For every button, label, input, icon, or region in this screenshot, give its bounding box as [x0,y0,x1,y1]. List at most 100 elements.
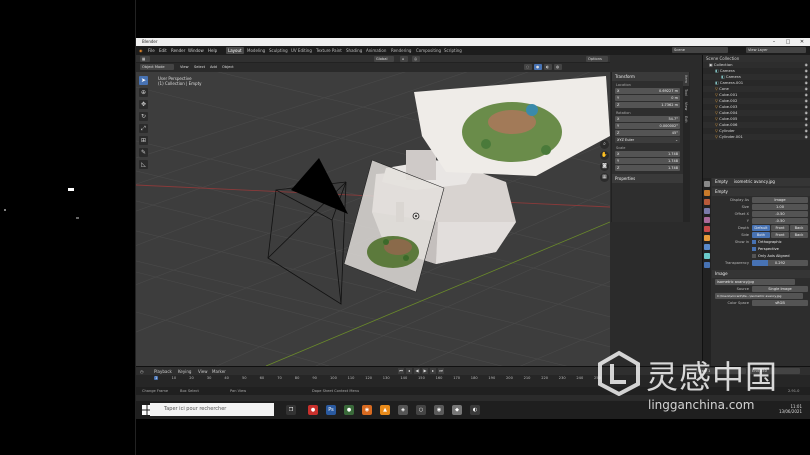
options-dropdown[interactable]: Options [586,56,608,62]
measure-tool-icon[interactable]: ◺ [139,160,148,169]
rotate-tool-icon[interactable]: ↻ [139,112,148,121]
offset-y-field[interactable]: -0.50 [752,218,808,224]
viewport-menu-object[interactable]: Object [220,64,236,70]
view-layer-tab-icon[interactable] [704,208,710,214]
transform-section-header[interactable]: Transform [612,72,683,81]
timeline-menu-view[interactable]: View [198,369,208,374]
transparency-slider[interactable]: 0.292 [752,260,808,266]
object-data-tab-icon[interactable] [704,262,710,268]
proportional-edit-icon[interactable]: ◎ [412,56,420,62]
world-properties-tab-icon[interactable] [704,226,710,232]
rotation-y-field[interactable]: Y 0.000002° [615,123,680,129]
workspace-tab-layout[interactable]: Layout [226,47,244,54]
orthographic-checkbox[interactable]: Orthographic [752,239,782,245]
select-box-tool-icon[interactable]: ➤ [139,76,148,85]
object-properties-tab-icon[interactable] [704,235,710,241]
menu-edit[interactable]: Edit [159,48,167,53]
image-section-header[interactable]: Image [712,270,810,278]
app-icon-orange[interactable]: ◆ [452,405,462,415]
physics-properties-tab-icon[interactable] [704,253,710,259]
scale-tool-icon[interactable]: ⤢ [139,124,148,133]
workspace-tab-modeling[interactable]: Modeling [245,47,267,54]
zoom-icon[interactable]: ⌕ [600,140,609,149]
3d-viewport[interactable]: ➤ ⊕ ✥ ↻ ⤢ ⊞ ✎ ◺ User Perspective (1) Col… [136,72,610,366]
outliner-row[interactable]: ▽ Cylinder.001 ◉ [703,134,810,140]
annotate-tool-icon[interactable]: ✎ [139,148,148,157]
select-mode-icon[interactable]: ▦ [140,56,150,62]
timeline-editor-icon[interactable]: ◷ [140,369,144,374]
empty-section-header[interactable]: Empty [712,188,810,196]
scale-x-field[interactable]: X 1.748 [615,151,680,157]
sidebar-tab-view[interactable]: View [683,99,689,113]
viewport-shading-wire-icon[interactable]: ◌ [524,64,532,70]
app-icon-circle[interactable]: ○ [416,405,426,415]
app-icon-dark[interactable]: ◐ [470,405,480,415]
snap-icon[interactable]: ⌂ [400,56,408,62]
menu-file[interactable]: File [148,48,155,53]
play-icon[interactable]: ▶ [422,368,428,374]
timeline-menu-marker[interactable]: Marker [212,369,226,374]
workspace-tab-rendering[interactable]: Rendering [389,47,413,54]
scene-selector[interactable]: Scene [672,47,728,53]
scale-y-field[interactable]: Y 1.748 [615,158,680,164]
timeline-menu-keying[interactable]: Keying [178,369,191,374]
scale-z-field[interactable]: Z 1.748 [615,165,680,171]
close-button[interactable]: ✕ [796,38,808,46]
only-axis-aligned-checkbox[interactable]: Only Axis Aligned [752,253,789,259]
play-reverse-icon[interactable]: ◀ [414,368,420,374]
rotation-mode-dropdown[interactable]: XYZ Euler ⌄ [615,137,680,143]
transform-orientation-dropdown[interactable]: Global [374,56,394,62]
viewport-shading-material-icon[interactable]: ◐ [544,64,552,70]
rotation-z-field[interactable]: Z 45° [615,130,680,136]
color-space-dropdown[interactable]: sRGB [752,300,808,306]
modifier-properties-tab-icon[interactable] [704,244,710,250]
view-layer-selector[interactable]: View Layer [746,47,806,53]
menu-render[interactable]: Render [171,48,185,53]
workspace-tab-shading[interactable]: Shading [344,47,364,54]
properties-section-header[interactable]: Properties [612,174,683,183]
blender-taskbar-icon[interactable]: ◉ [434,405,444,415]
location-x-field[interactable]: X 0.69227 m [615,88,680,94]
next-key-icon[interactable]: ▸ [430,368,436,374]
source-dropdown[interactable]: Single Image [752,286,808,292]
workspace-tab-uv-editing[interactable]: UV Editing [289,47,314,54]
maximize-button[interactable]: □ [782,38,794,46]
offset-x-field[interactable]: -0.50 [752,211,808,217]
viewport-shading-render-icon[interactable]: ◍ [554,64,562,70]
jump-start-icon[interactable]: ⏮ [398,368,404,374]
perspective-grid-icon[interactable]: ▦ [600,173,609,182]
app-icon-green[interactable]: ● [344,405,354,415]
location-z-field[interactable]: Z 1.7362 m [615,102,680,108]
viewport-shading-solid-icon[interactable]: ● [534,64,542,70]
side-back-button[interactable]: Back [790,232,808,238]
side-front-button[interactable]: Front [771,232,789,238]
workspace-tab-texture-paint[interactable]: Texture Paint [314,47,344,54]
visibility-eye-icon[interactable]: ◉ [805,134,808,140]
location-y-field[interactable]: Y0 m [615,95,680,101]
menu-help[interactable]: Help [208,48,217,53]
move-tool-icon[interactable]: ✥ [139,100,148,109]
depth-back-button[interactable]: Back [790,225,808,231]
blender-logo-icon[interactable]: ◉ [139,48,143,53]
render-properties-tab-icon[interactable] [704,190,710,196]
depth-front-button[interactable]: Front [771,225,789,231]
workspace-tab-animation[interactable]: Animation [364,47,388,54]
menu-window[interactable]: Window [188,48,204,53]
firefox-icon[interactable]: ◉ [362,405,372,415]
filepath-field[interactable]: C:\Users\vincent\De...\isometric avancy.… [715,293,803,299]
workspace-tab-scripting[interactable]: Scripting [442,47,464,54]
vlc-icon[interactable]: ▲ [380,405,390,415]
perspective-checkbox[interactable]: Perspective [752,246,779,252]
task-view-icon[interactable]: ❐ [286,405,296,415]
app-icon-red[interactable]: ● [308,405,318,415]
camera-view-icon[interactable]: ◙ [600,162,609,171]
viewport-menu-view[interactable]: View [178,64,191,70]
rotation-x-field[interactable]: X 54.7° [615,116,680,122]
image-datablock-field[interactable]: isometric avancy.jpg [715,279,795,285]
data-name-field[interactable]: isometric avancy.jpg [734,178,775,186]
workspace-tab-compositing[interactable]: Compositing [414,47,443,54]
tool-properties-tab-icon[interactable] [704,181,710,187]
sidebar-tab-item[interactable]: Item [683,72,689,86]
photoshop-icon[interactable]: Ps [326,405,336,415]
depth-default-button[interactable]: Default [752,225,770,231]
